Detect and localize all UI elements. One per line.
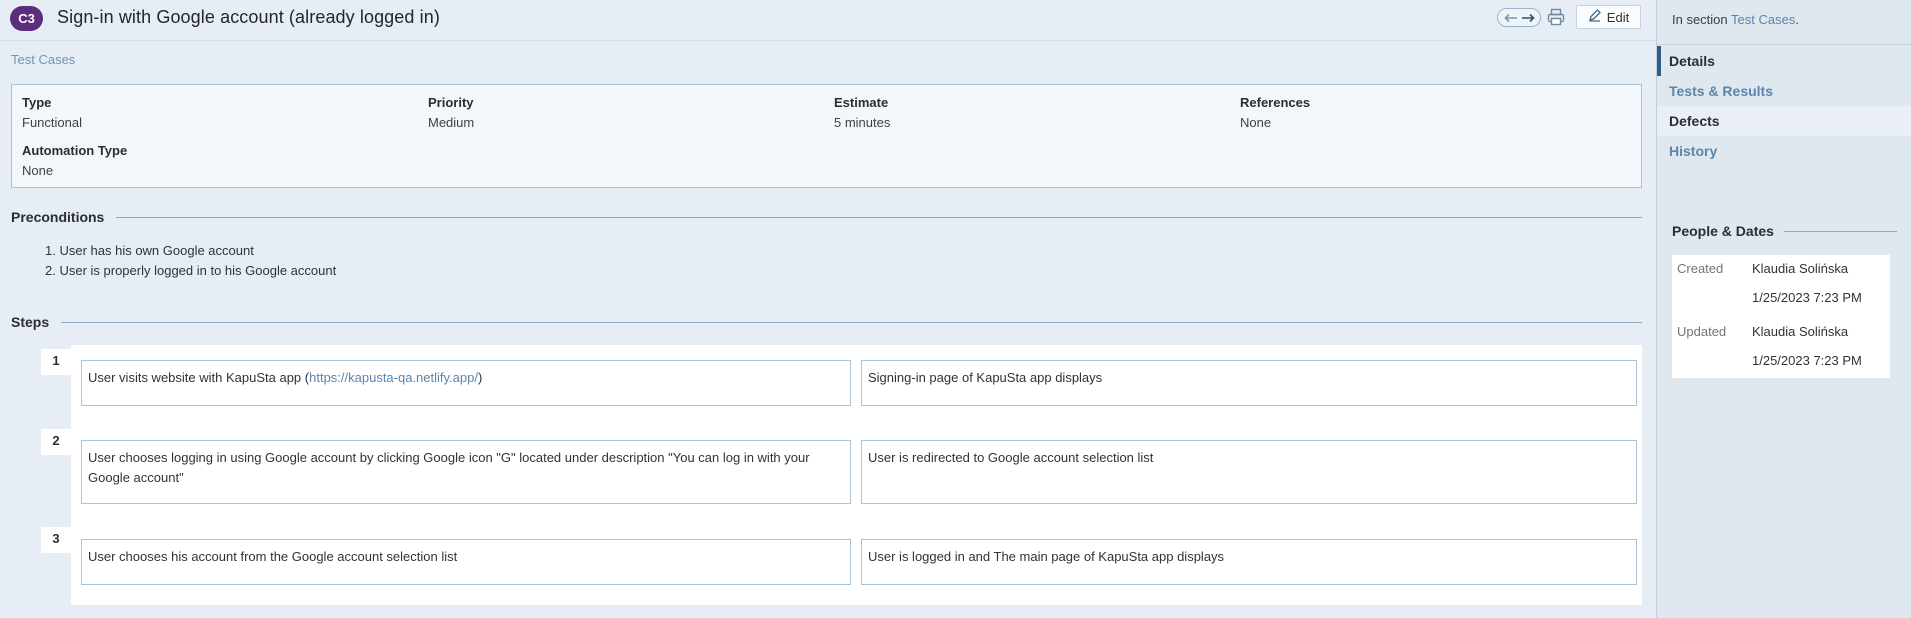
prev-next-nav	[1497, 8, 1541, 27]
step-expected: User is logged in and The main page of K…	[861, 539, 1637, 585]
preconditions-list: 1. User has his own Google account 2. Us…	[45, 243, 336, 283]
step-action: User chooses his account from the Google…	[81, 539, 851, 585]
divider	[61, 321, 1642, 323]
arrow-right-icon[interactable]	[1521, 13, 1535, 23]
step-expected: User is redirected to Google account sel…	[861, 440, 1637, 504]
tab-history[interactable]: History	[1657, 136, 1911, 166]
step-number: 3	[41, 527, 71, 553]
step-action: User visits website with KapuSta app (ht…	[81, 360, 851, 406]
created-label: Created	[1677, 261, 1724, 276]
edit-button[interactable]: Edit	[1576, 5, 1641, 29]
field-value: None	[22, 163, 54, 178]
field-value: None	[1240, 115, 1272, 130]
pencil-icon	[1588, 9, 1601, 25]
field-estimate: Estimate 5 minutes	[834, 95, 890, 130]
field-references: References None	[1240, 95, 1310, 130]
field-label: Type	[22, 95, 52, 110]
field-priority: Priority Medium	[428, 95, 474, 130]
section-title: Steps	[11, 314, 50, 330]
field-label: Automation Type	[22, 143, 128, 158]
divider	[1657, 44, 1911, 45]
people-dates-heading: People & Dates	[1672, 222, 1897, 240]
tab-details[interactable]: Details	[1657, 46, 1911, 76]
sidebar-tabs: Details Tests & Results Defects History	[1657, 46, 1911, 166]
field-value: Medium	[428, 115, 475, 130]
divider	[116, 216, 1642, 218]
field-label: Priority	[428, 95, 474, 110]
arrow-left-icon[interactable]	[1503, 13, 1518, 23]
step-action-suffix: )	[477, 370, 483, 385]
updated-at: 1/25/2023 7:23 PM	[1752, 353, 1862, 368]
case-id-badge: C3	[10, 6, 43, 31]
title-bar: C3 Sign-in with Google account (already …	[0, 0, 1656, 41]
print-icon[interactable]	[1547, 8, 1567, 28]
list-item: 2. User is properly logged in to his Goo…	[45, 263, 337, 278]
main-content: C3 Sign-in with Google account (already …	[0, 0, 1656, 618]
sidebar: In section Test Cases. Details Tests & R…	[1656, 0, 1911, 618]
field-automation-type: Automation Type None	[22, 143, 127, 178]
page-title: Sign-in with Google account (already log…	[57, 7, 440, 27]
field-value: Functional	[22, 115, 82, 130]
breadcrumb[interactable]: Test Cases	[11, 52, 75, 67]
section-suffix: .	[1795, 12, 1799, 27]
step-action-link[interactable]: https://kapusta-qa.netlify.app/	[309, 370, 478, 385]
field-value: 5 minutes	[834, 115, 891, 130]
section-link[interactable]: Test Cases	[1731, 12, 1795, 27]
edit-label: Edit	[1606, 9, 1630, 25]
step-action-text: User visits website with KapuSta app (	[88, 370, 310, 385]
case-fields: Type Functional Priority Medium Estimate…	[11, 84, 1642, 188]
divider	[1783, 230, 1897, 232]
section-info: In section Test Cases.	[1672, 12, 1799, 27]
tab-tests-results[interactable]: Tests & Results	[1657, 76, 1911, 106]
list-item: 1. User has his own Google account	[45, 243, 254, 258]
updated-by: Klaudia Solińska	[1752, 324, 1849, 339]
step-action: User chooses logging in using Google acc…	[81, 440, 851, 504]
created-by: Klaudia Solińska	[1752, 261, 1849, 276]
people-dates-card: Created Klaudia Solińska 1/25/2023 7:23 …	[1672, 255, 1890, 378]
tab-defects[interactable]: Defects	[1657, 106, 1911, 136]
field-type: Type Functional	[22, 95, 82, 130]
section-prefix: In section	[1672, 12, 1732, 27]
step-expected: Signing-in page of KapuSta app displays	[861, 360, 1637, 406]
section-title: People & Dates	[1672, 223, 1774, 239]
step-number: 1	[41, 349, 71, 375]
step-number: 2	[41, 429, 71, 455]
field-label: References	[1240, 95, 1311, 110]
preconditions-heading: Preconditions	[11, 208, 1642, 226]
field-label: Estimate	[834, 95, 889, 110]
updated-label: Updated	[1677, 324, 1727, 339]
section-title: Preconditions	[11, 209, 105, 225]
steps-heading: Steps	[11, 313, 1642, 331]
created-at: 1/25/2023 7:23 PM	[1752, 290, 1862, 305]
